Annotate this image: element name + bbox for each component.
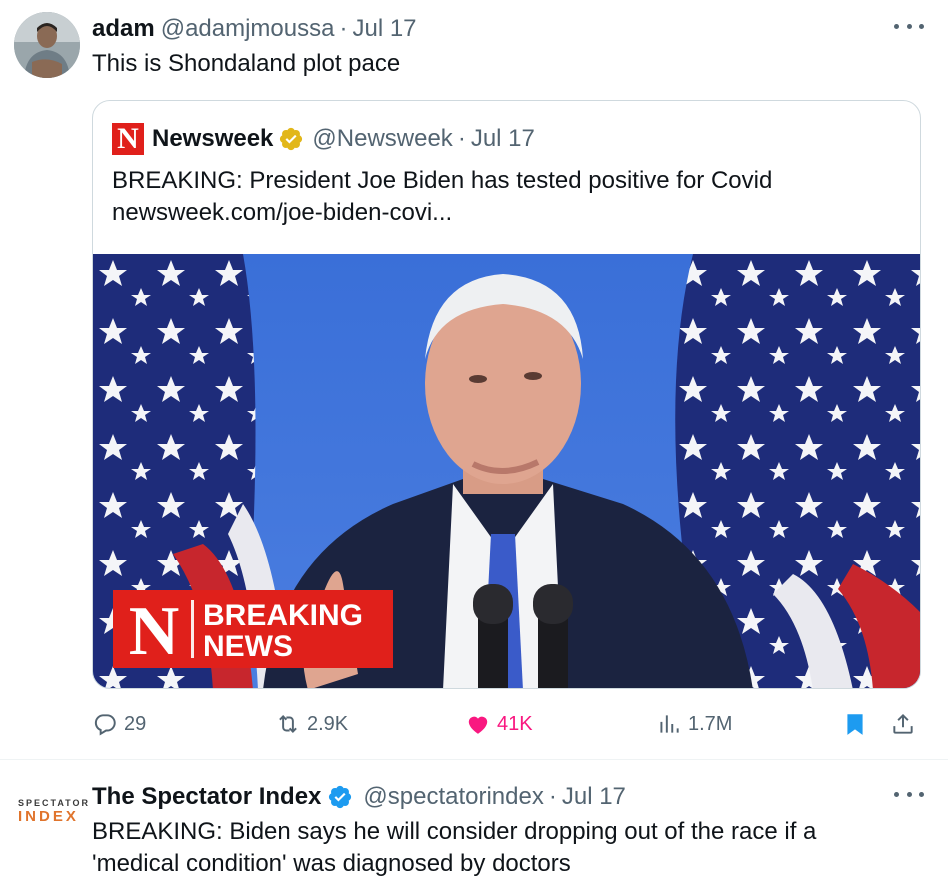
like-count: 41K	[497, 712, 533, 735]
bookmark-icon	[847, 714, 863, 735]
share-button[interactable]	[890, 706, 922, 742]
verified-blue-icon	[329, 785, 352, 809]
banner-line-breaking: BREAKING	[203, 599, 363, 632]
bookmark-button[interactable]	[842, 706, 874, 742]
tweet-text-line: 'medical condition' was diagnosed by doc…	[92, 850, 571, 877]
quoted-author-name[interactable]: Newsweek	[152, 125, 273, 153]
logo-text-top: SPECTATOR	[18, 798, 91, 808]
newsweek-logo-avatar[interactable]: N	[112, 123, 144, 155]
quoted-tweet-text: BREAKING: President Joe Biden has tested…	[112, 165, 772, 229]
share-icon	[893, 713, 913, 734]
repost-count: 2.9K	[307, 712, 349, 735]
quoted-tweet-image[interactable]: N BREAKING NEWS	[93, 254, 920, 688]
action-bar: 29 2.9K 41K 1.7M	[92, 706, 922, 742]
author-name[interactable]: adam	[92, 15, 155, 43]
separator-dot: ·	[339, 15, 348, 42]
logo-text-bottom: INDEX	[18, 808, 79, 825]
quoted-tweet-date[interactable]: Jul 17	[471, 125, 535, 153]
author-handle[interactable]: @adamjmoussa	[161, 15, 335, 43]
author-name[interactable]: The Spectator Index	[92, 783, 321, 811]
banner-line-news: NEWS	[203, 630, 293, 663]
tweet-text-line: BREAKING: Biden says he will consider dr…	[92, 818, 817, 845]
views-button[interactable]: 1.7M	[656, 706, 732, 742]
banner-logo-letter: N	[129, 593, 180, 670]
tweet-text: BREAKING: Biden says he will consider dr…	[92, 816, 816, 880]
reply-icon	[94, 714, 116, 736]
views-count: 1.7M	[688, 712, 733, 735]
quoted-author-handle[interactable]: @Newsweek	[312, 125, 452, 153]
separator-dot: ·	[457, 125, 466, 152]
spectator-index-logo-avatar[interactable]: SPECTATOR INDEX	[14, 798, 88, 828]
repost-icon	[279, 715, 297, 733]
quoted-tweet-header: N Newsweek @Newsweek · Jul 17	[112, 123, 535, 155]
tweet-text: This is Shondaland plot pace	[92, 50, 401, 77]
more-icon[interactable]	[894, 784, 924, 804]
reply-count: 29	[124, 712, 147, 735]
quoted-link[interactable]: newsweek.com/joe-biden-covi...	[112, 197, 772, 229]
separator-dot: ·	[548, 783, 557, 810]
quoted-tweet[interactable]: N Newsweek @Newsweek · Jul 17 BREAKING: …	[92, 100, 921, 689]
avatar[interactable]	[14, 12, 80, 78]
quoted-text-line: BREAKING: President Joe Biden has tested…	[112, 167, 773, 194]
repost-button[interactable]: 2.9K	[275, 706, 348, 742]
reply-button[interactable]: 29	[92, 706, 146, 742]
more-icon[interactable]	[894, 16, 924, 36]
tweet-date[interactable]: Jul 17	[562, 783, 626, 811]
tweet[interactable]: adam @adamjmoussa · Jul 17 This is Shond…	[0, 0, 948, 760]
tweet-date[interactable]: Jul 17	[352, 15, 416, 43]
author-handle[interactable]: @spectatorindex	[363, 783, 543, 811]
verified-gold-icon	[280, 127, 303, 151]
tweet-header: adam @adamjmoussa · Jul 17	[92, 14, 417, 44]
tweet-header: The Spectator Index @spectatorindex · Ju…	[92, 782, 626, 812]
views-icon	[660, 715, 679, 733]
like-button[interactable]: 41K	[465, 706, 533, 742]
like-icon	[468, 716, 488, 734]
